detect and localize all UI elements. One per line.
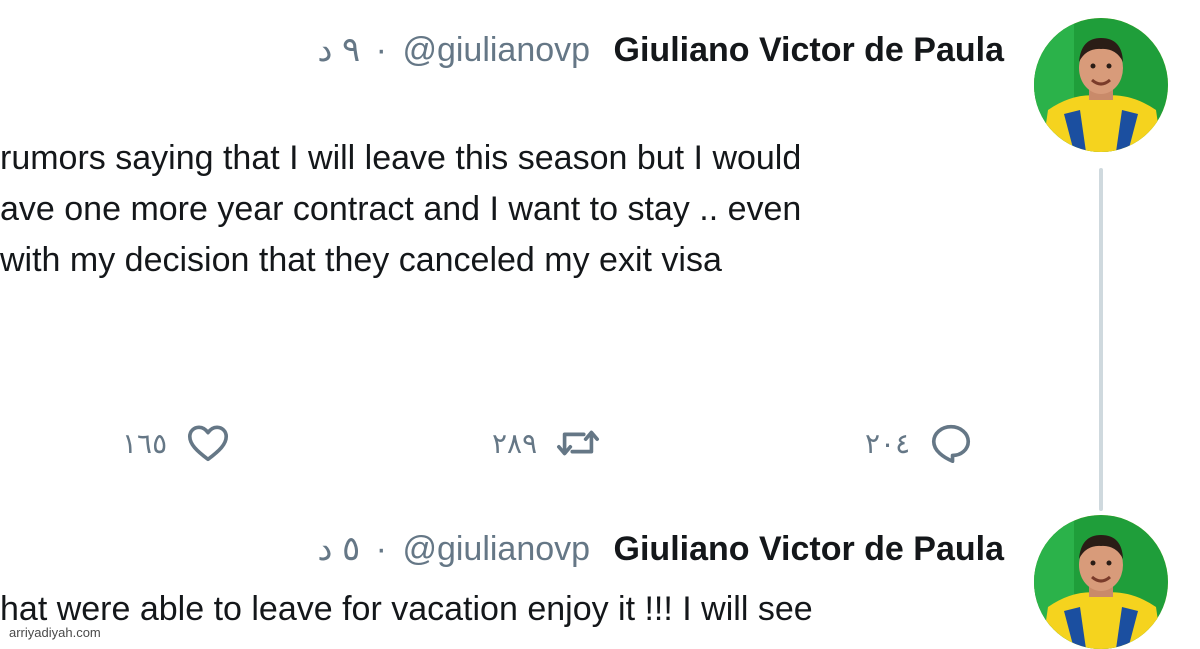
separator-dot: · <box>375 530 387 568</box>
separator-dot: · <box>375 31 387 69</box>
like-button[interactable]: ١٦٥ <box>122 418 231 468</box>
tweet-text-line: ave one more year contract and I want to… <box>0 190 802 228</box>
tweet-text: hat were able to leave for vacation enjo… <box>0 584 1000 644</box>
avatar-image <box>1034 18 1168 152</box>
tweet-2[interactable]: ٥ د · @giulianovp Giuliano Victor de Pau… <box>0 505 1200 649</box>
reply-count: ٢٠٤ <box>865 427 911 459</box>
tweet-text: rumors saying that I will leave this sea… <box>0 133 1000 286</box>
reply-button[interactable]: ٢٠٤ <box>865 418 974 468</box>
author-name[interactable]: Giuliano Victor de Paula <box>614 31 1004 69</box>
author-name[interactable]: Giuliano Victor de Paula <box>614 530 1004 568</box>
tweet-text-line: with my decision that they canceled my e… <box>0 241 722 279</box>
tweet-header: ٩ د · @giulianovp Giuliano Victor de Pau… <box>317 30 1004 70</box>
like-count: ١٦٥ <box>122 427 168 459</box>
thread-connector-line <box>1099 168 1103 511</box>
heart-icon <box>188 425 229 462</box>
tweet-text-line: hat were able to leave for vacation enjo… <box>0 590 813 628</box>
author-handle[interactable]: @giulianovp <box>402 530 590 568</box>
tweet-timestamp[interactable]: ٩ د <box>317 31 360 69</box>
avatar[interactable] <box>1034 515 1168 649</box>
retweet-count: ٢٨٩ <box>492 427 538 459</box>
retweet-button[interactable]: ٢٨٩ <box>492 418 601 468</box>
retweet-icon <box>557 430 600 456</box>
tweet-1[interactable]: ٩ د · @giulianovp Giuliano Victor de Pau… <box>0 0 1200 511</box>
avatar-image <box>1034 515 1168 649</box>
tweet-timestamp[interactable]: ٥ د <box>317 530 360 568</box>
reply-icon <box>932 424 971 464</box>
avatar[interactable] <box>1034 18 1168 152</box>
tweet-text-line: rumors saying that I will leave this sea… <box>0 139 802 177</box>
watermark: arriyadiyah.com <box>6 624 104 641</box>
author-handle[interactable]: @giulianovp <box>402 31 590 69</box>
tweet-header: ٥ د · @giulianovp Giuliano Victor de Pau… <box>317 529 1004 569</box>
